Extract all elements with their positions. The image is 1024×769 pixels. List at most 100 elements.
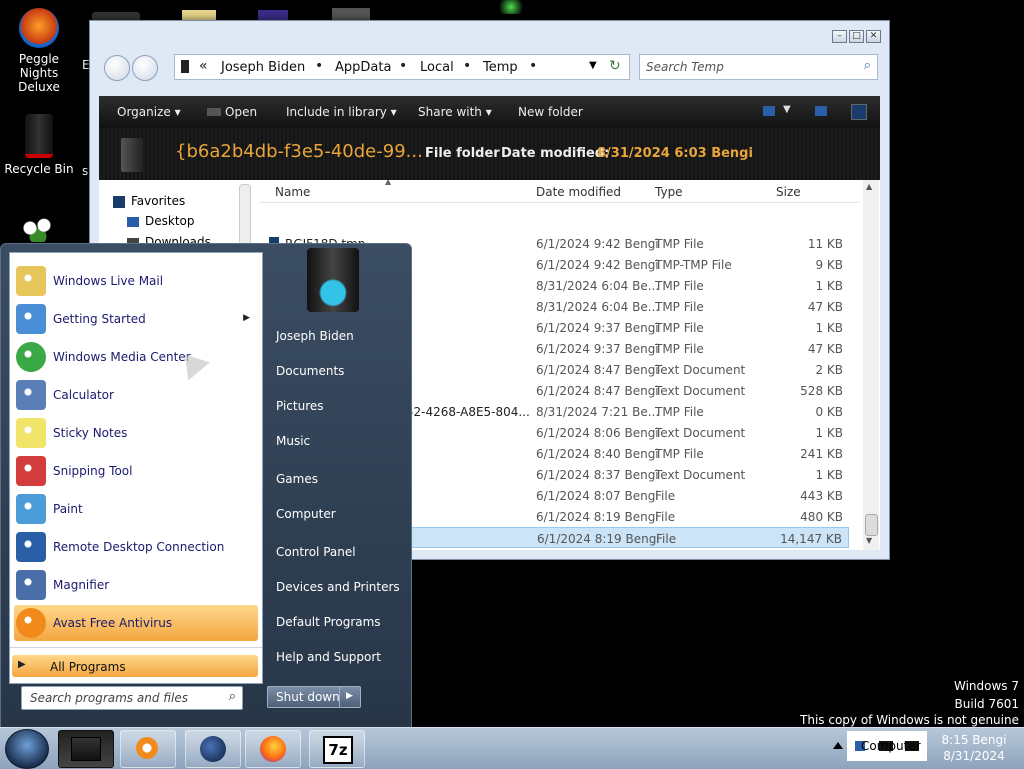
date-cell: 6/1/2024 8:47 Bengi	[536, 384, 659, 398]
shutdown-button[interactable]: Shut down	[267, 686, 341, 708]
maximize-button[interactable]: □	[849, 30, 864, 43]
start-right-link[interactable]: Documents	[276, 364, 344, 378]
wallpaper-glow	[495, 0, 527, 14]
preview-pane-icon[interactable]	[815, 106, 827, 116]
close-button[interactable]: ✕	[866, 30, 881, 43]
breadcrumb-item[interactable]: AppData	[335, 60, 391, 75]
start-right-link[interactable]: Control Panel	[276, 545, 356, 559]
start-right-link[interactable]: Computer	[276, 507, 336, 521]
taskbar-7zip-button[interactable]: 7z	[309, 730, 365, 768]
all-programs-button[interactable]: ▶ All Programs	[12, 655, 258, 677]
program-item[interactable]: Magnifier	[14, 567, 258, 603]
favorites-icon	[113, 195, 125, 208]
column-header-type[interactable]: Type	[655, 185, 683, 199]
scroll-thumb[interactable]	[865, 514, 878, 536]
start-right-link[interactable]: Default Programs	[276, 615, 381, 629]
chevron-down-icon[interactable]: ▼	[589, 60, 597, 71]
organize-button[interactable]: Organize ▾	[117, 105, 181, 119]
scroll-up-icon[interactable]: ▲	[866, 182, 872, 191]
start-right-link[interactable]: Pictures	[276, 399, 324, 413]
size-cell: 1 KB	[815, 468, 843, 482]
programs-pane: Windows Live Mail Getting Started ▶ Windows…	[9, 252, 263, 684]
desktop-icon-recycle-bin[interactable]: Recycle Bin	[1, 114, 77, 176]
recycle-bin-icon	[25, 114, 53, 158]
type-cell: File	[656, 532, 677, 546]
breadcrumb-item[interactable]: Temp	[483, 60, 518, 75]
avast-icon	[16, 608, 46, 638]
breadcrumb-separator[interactable]: •	[315, 58, 323, 74]
program-item[interactable]: Paint	[14, 491, 258, 527]
nav-item-favorites[interactable]: Favorites	[113, 194, 185, 208]
genuine-warning-text: This copy of Windows is not genuine	[800, 713, 1019, 727]
taskbar-explorer-button[interactable]	[58, 730, 114, 768]
size-cell: 528 KB	[800, 384, 843, 398]
date-cell: 6/1/2024 9:42 Bengi	[536, 258, 659, 272]
taskbar-firefox-button[interactable]	[245, 730, 301, 768]
taskbar-globe-button[interactable]	[185, 730, 241, 768]
user-picture[interactable]	[307, 248, 359, 312]
help-icon[interactable]	[851, 104, 867, 120]
include-in-library-button[interactable]: Include in library ▾	[286, 105, 397, 119]
program-item[interactable]: Getting Started ▶	[14, 301, 258, 337]
7zip-icon: 7z	[323, 736, 353, 764]
address-bar[interactable]: « Joseph Biden • AppData • Local • Temp …	[174, 54, 630, 80]
refresh-icon[interactable]: ↻	[609, 58, 621, 74]
forward-button[interactable]	[132, 55, 158, 81]
shutdown-options-button[interactable]: ▶	[339, 686, 361, 708]
nav-item-desktop[interactable]: Desktop	[127, 214, 195, 228]
date-cell: 6/1/2024 8:06 Bengi	[536, 426, 659, 440]
program-item[interactable]: Windows Live Mail	[14, 263, 258, 299]
start-right-link[interactable]: Games	[276, 472, 318, 486]
scrollbar[interactable]: ▲ ▼	[863, 180, 879, 550]
open-button[interactable]: Open	[207, 105, 257, 119]
program-item[interactable]: Avast Free Antivirus	[14, 605, 258, 641]
share-with-button[interactable]: Share with ▾	[418, 105, 492, 119]
desktop-icon-peggle[interactable]: Peggle Nights Deluxe	[1, 8, 77, 94]
column-header-size[interactable]: Size	[776, 185, 801, 199]
folder-icon	[181, 60, 189, 73]
program-item[interactable]: Snipping Tool	[14, 453, 258, 489]
breadcrumb-separator[interactable]: •	[529, 58, 537, 74]
type-cell: TMP File	[655, 237, 704, 251]
program-label: Calculator	[53, 388, 114, 402]
size-cell: 480 KB	[800, 510, 843, 524]
start-right-link[interactable]: Music	[276, 434, 310, 448]
show-hidden-icons-button[interactable]	[833, 742, 843, 749]
chevron-down-icon[interactable]: ▼	[783, 104, 791, 115]
column-header-name[interactable]: Name	[275, 185, 310, 199]
program-item[interactable]: Remote Desktop Connection	[14, 529, 258, 565]
type-cell: Text Document	[655, 426, 746, 440]
breadcrumb-separator[interactable]: •	[463, 58, 471, 74]
type-cell: TMP File	[655, 279, 704, 293]
program-item[interactable]: Calculator	[14, 377, 258, 413]
clock[interactable]: 8:15 Bengi 8/31/2024	[932, 732, 1016, 764]
program-item[interactable]: Sticky Notes	[14, 415, 258, 451]
back-button[interactable]	[104, 55, 130, 81]
start-right-link[interactable]: Joseph Biden	[276, 329, 354, 343]
date-cell: 6/1/2024 8:19 Bengi	[537, 532, 660, 546]
search-icon[interactable]: ⌕	[864, 58, 871, 73]
program-label: Windows Media Center	[53, 350, 191, 364]
taskbar-media-player-button[interactable]	[120, 730, 176, 768]
size-cell: 0 KB	[815, 405, 843, 419]
breadcrumb-item[interactable]: Joseph Biden	[221, 60, 305, 75]
view-icon[interactable]	[763, 106, 775, 116]
new-folder-button[interactable]: New folder	[518, 105, 583, 119]
program-item[interactable]: Windows Media Center	[14, 339, 258, 375]
start-right-link[interactable]: Help and Support	[276, 650, 381, 664]
type-cell: TMP File	[655, 447, 704, 461]
tray-area[interactable]: Computer	[847, 731, 927, 761]
column-header-date[interactable]: Date modified	[536, 185, 621, 199]
scroll-down-icon[interactable]: ▼	[866, 536, 872, 545]
start-right-link[interactable]: Devices and Printers	[276, 580, 400, 594]
breadcrumb-item[interactable]: Local	[420, 60, 454, 75]
nav-scrollbar[interactable]	[239, 184, 251, 246]
breadcrumb-separator[interactable]: •	[399, 58, 407, 74]
modified-label: Date modified:	[501, 146, 610, 161]
size-cell: 2 KB	[815, 363, 843, 377]
search-input[interactable]: Search Temp ⌕	[639, 54, 878, 80]
start-button[interactable]	[5, 729, 49, 769]
start-search-input[interactable]: Search programs and files ⌕	[21, 686, 243, 710]
overflow-icon[interactable]: «	[199, 58, 208, 74]
minimize-button[interactable]: –	[832, 30, 847, 43]
